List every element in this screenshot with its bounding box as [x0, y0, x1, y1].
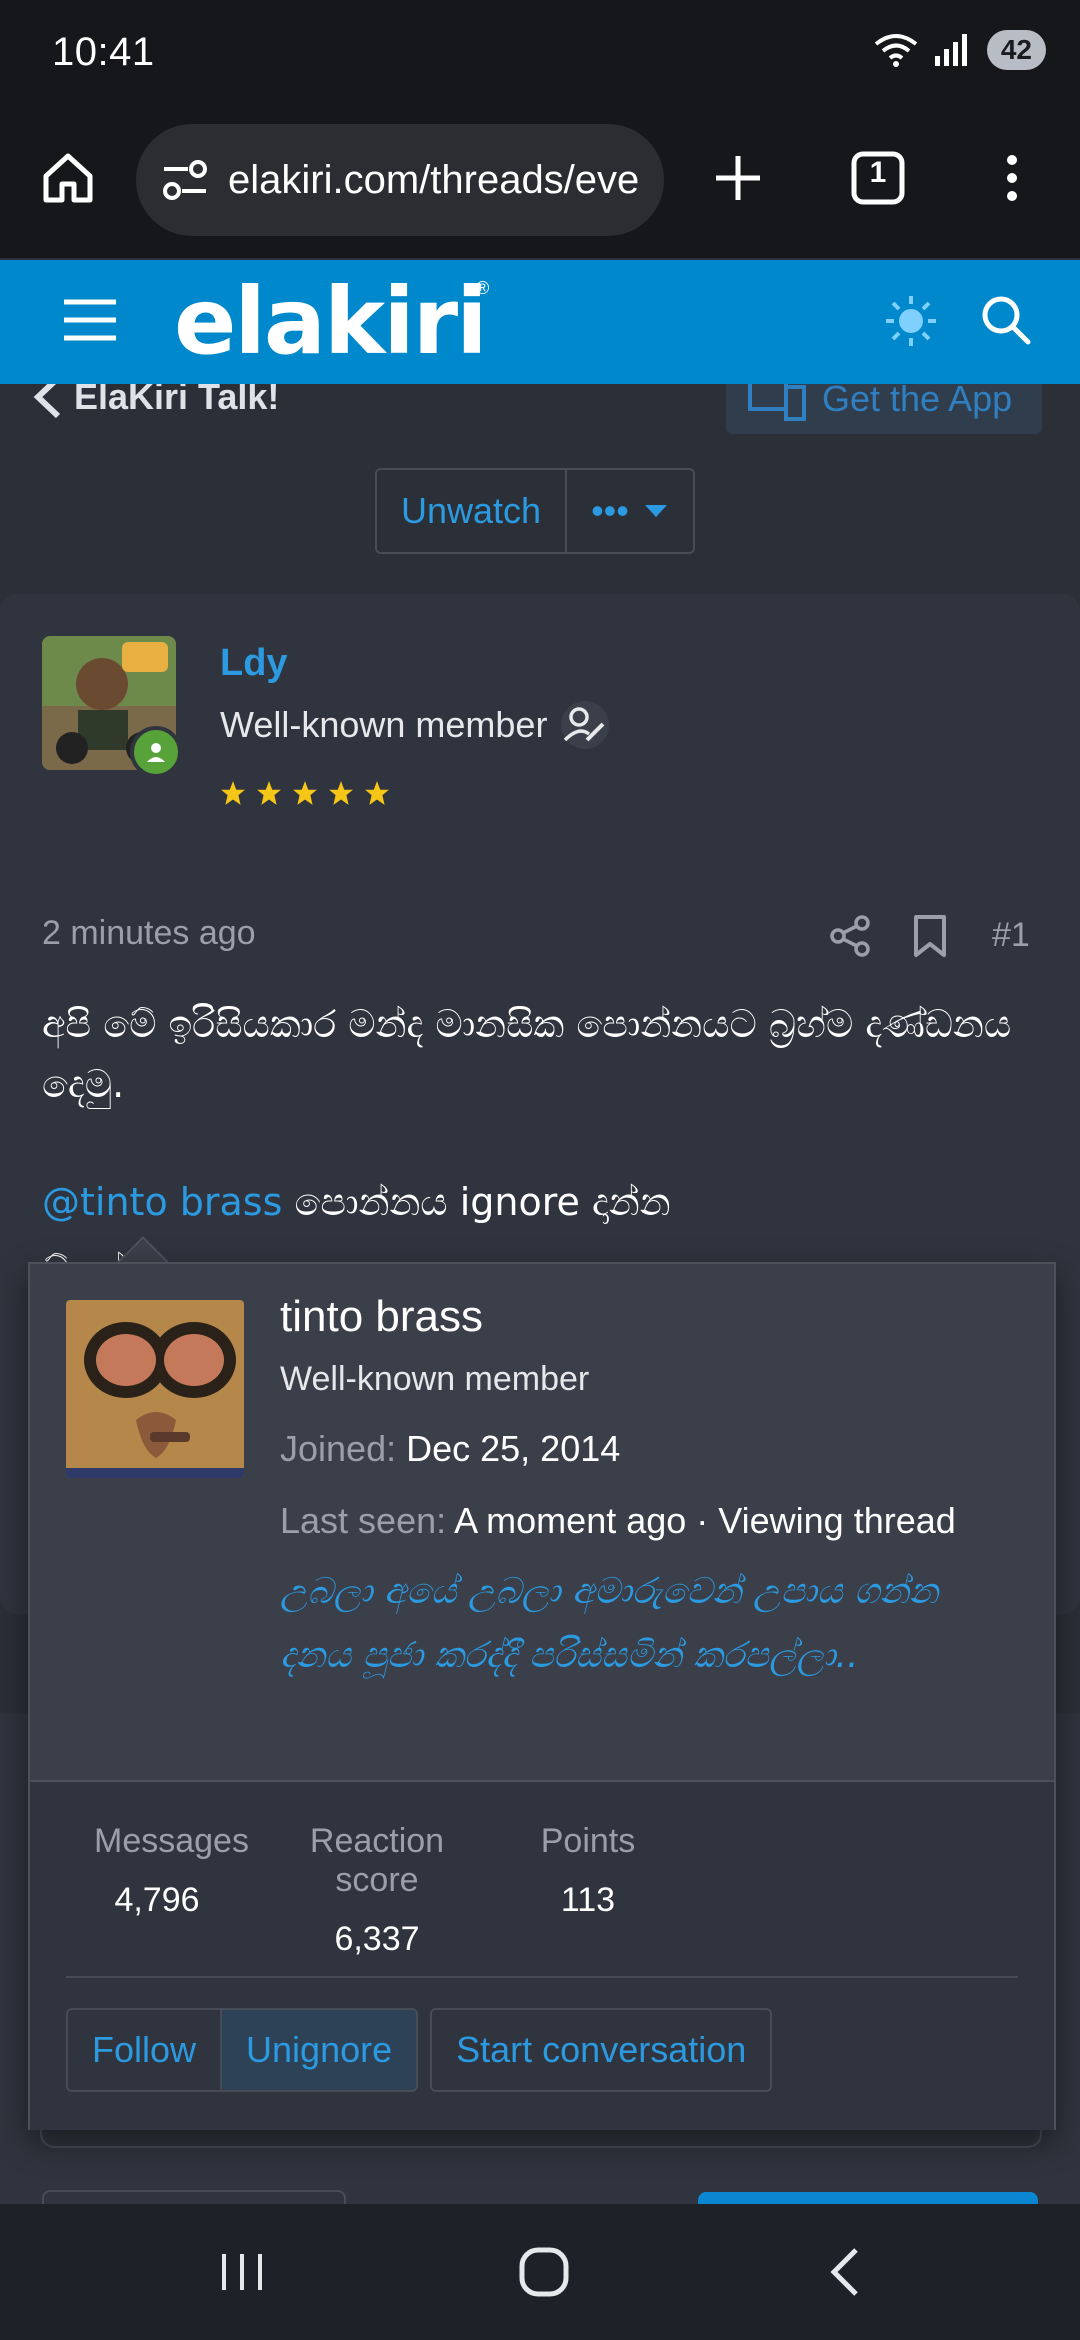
system-nav-bar — [0, 2204, 1080, 2340]
member-title: Well-known member — [280, 1360, 590, 1398]
status-bar: 10:41 42 — [0, 0, 1080, 110]
caret-down-icon — [644, 505, 667, 517]
unwatch-button[interactable]: Unwatch — [377, 470, 566, 552]
home-nav-icon[interactable] — [512, 2240, 576, 2304]
star-icon — [329, 781, 353, 805]
star-icon — [293, 781, 317, 805]
user-title: Well-known member — [220, 700, 613, 750]
star-icon — [257, 781, 281, 805]
post-number[interactable]: #1 — [992, 916, 1030, 955]
battery-icon: 42 — [986, 30, 1046, 70]
recent-apps-icon[interactable] — [210, 2240, 274, 2304]
new-tab-icon[interactable] — [708, 148, 768, 208]
member-signature: උබලා අයේ උබලා අමාරුවෙන් උපාය ගන්න දනය පූ… — [280, 1571, 939, 1676]
member-last-seen: Last seen: A moment ago · Viewing thread — [280, 1500, 956, 1542]
member-tooltip: tinto brass Well-known member Joined: De… — [28, 1262, 1056, 2130]
rating-stars — [220, 780, 390, 806]
more-menu-icon[interactable] — [982, 148, 1042, 208]
member-stats: Messages 4,796 Reaction score 6,337 Poin… — [30, 1780, 1054, 2130]
back-icon[interactable] — [814, 2240, 878, 2304]
stat-value: 4,796 — [114, 1881, 200, 1919]
stat-reaction-score: Reaction score 6,337 — [266, 1822, 488, 1959]
post-author[interactable]: Ldy — [220, 642, 288, 685]
chevron-left-icon — [33, 384, 61, 419]
stat-value: 6,337 — [334, 1920, 420, 1958]
get-app-button[interactable]: Get the App — [726, 384, 1042, 434]
star-icon — [365, 781, 389, 805]
stat-value: 113 — [560, 1881, 616, 1919]
follow-button[interactable]: Follow — [68, 2010, 221, 2090]
stat-label: Messages — [94, 1822, 249, 1860]
stat-label: Reaction score — [309, 1822, 445, 1899]
tabs-button[interactable]: 1 — [848, 148, 908, 208]
url-text[interactable]: elakiri.com/threads/eve — [228, 158, 639, 203]
last-seen-label: Last seen: — [280, 1500, 447, 1541]
get-app-label: Get the App — [822, 384, 1013, 419]
logo-mark: ® — [476, 278, 490, 298]
user-mention[interactable]: @tinto brass — [42, 1180, 282, 1224]
site-header: elakiri ® — [0, 260, 1080, 384]
devices-icon — [748, 384, 806, 421]
divider — [66, 1976, 1018, 1978]
more-dots: ••• — [591, 490, 629, 531]
url-bar[interactable]: elakiri.com/threads/eve — [136, 124, 664, 236]
breadcrumb-label: ElaKiri Talk! — [74, 384, 280, 417]
last-seen-value: A moment ago · Viewing thread — [454, 1500, 956, 1541]
stat-messages: Messages 4,796 — [94, 1822, 249, 1920]
status-time: 10:41 — [52, 30, 155, 74]
thread-actions: Unwatch ••• — [375, 468, 695, 554]
stat-label: Points — [540, 1822, 636, 1860]
post-body-text: පොන්නය ignore දාන්න — [282, 1180, 671, 1224]
post-body-line2: @tinto brass පොන්නය ignore දාන්න — [42, 1180, 1042, 1225]
more-options-button[interactable]: ••• — [567, 470, 693, 552]
unignore-button[interactable]: Unignore — [222, 2010, 417, 2090]
status-icons: 42 — [873, 30, 1046, 70]
stat-points: Points 113 — [520, 1822, 656, 1920]
member-joined: Joined: Dec 25, 2014 — [280, 1428, 620, 1470]
member-name[interactable]: tinto brass — [280, 1292, 483, 1342]
wifi-icon — [874, 34, 918, 67]
user-title-text: Well-known member — [220, 704, 548, 745]
share-icon[interactable] — [828, 914, 872, 958]
member-actions: Follow Unignore Start conversation — [66, 2008, 773, 2092]
tab-count: 1 — [869, 156, 887, 189]
site-settings-icon[interactable] — [158, 153, 212, 207]
browser-toolbar: elakiri.com/threads/eve 1 — [0, 110, 1080, 260]
conversation-group: Start conversation — [430, 2008, 773, 2092]
user-edit-icon — [561, 701, 610, 749]
site-logo[interactable]: elakiri — [174, 268, 488, 375]
hamburger-icon[interactable] — [60, 290, 120, 350]
member-avatar-image — [66, 1300, 244, 1478]
bookmark-icon[interactable] — [910, 914, 950, 958]
search-icon[interactable] — [976, 290, 1036, 350]
post-body: අපි මේ ඉරිසියකාර මන්ද මානසික පොන්නයට බ්‍… — [42, 1002, 1012, 1106]
member-avatar[interactable] — [66, 1300, 244, 1478]
joined-label: Joined: — [280, 1428, 397, 1469]
post-time[interactable]: 2 minutes ago — [42, 914, 256, 953]
online-status-icon — [130, 726, 182, 778]
follow-ignore-group: Follow Unignore — [66, 2008, 419, 2092]
home-icon[interactable] — [38, 148, 98, 208]
breadcrumb[interactable]: ElaKiri Talk! — [30, 384, 279, 420]
start-conversation-button[interactable]: Start conversation — [432, 2010, 771, 2090]
theme-icon[interactable] — [884, 294, 938, 348]
star-icon — [221, 781, 245, 805]
signal-icon — [934, 34, 967, 66]
joined-value: Dec 25, 2014 — [406, 1428, 621, 1469]
